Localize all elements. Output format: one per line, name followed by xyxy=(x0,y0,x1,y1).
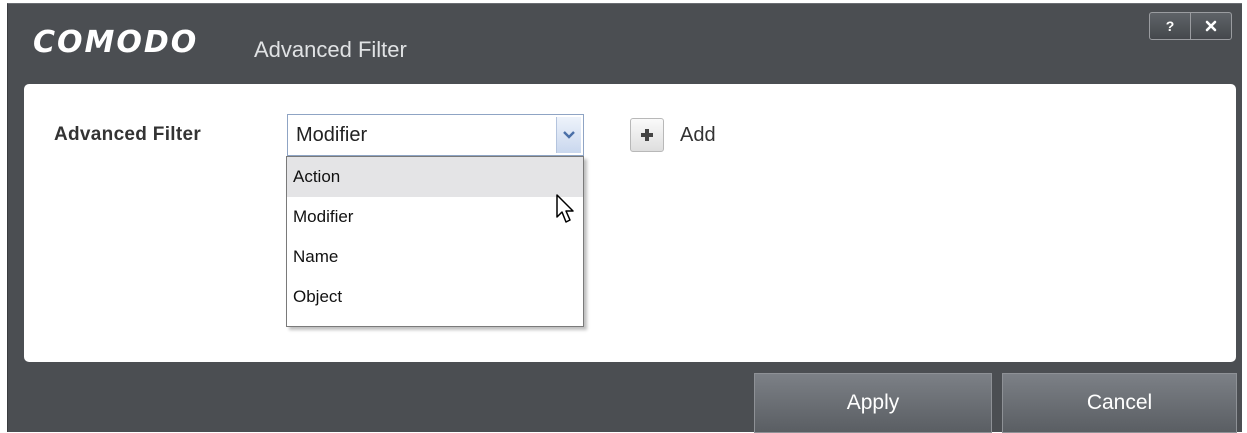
option-object[interactable]: Object xyxy=(287,277,583,317)
title-buttons: ? xyxy=(1149,12,1232,40)
chevron-down-icon xyxy=(563,131,575,139)
plus-icon xyxy=(641,129,653,141)
comodo-logo: COMODO xyxy=(33,25,199,60)
option-action[interactable]: Action xyxy=(287,157,583,197)
close-icon xyxy=(1205,20,1217,32)
advanced-filter-label: Advanced Filter xyxy=(54,124,202,145)
close-button[interactable] xyxy=(1190,13,1231,39)
option-name[interactable]: Name xyxy=(287,237,583,277)
option-modifier[interactable]: Modifier xyxy=(287,197,583,237)
help-icon: ? xyxy=(1165,18,1175,34)
apply-button[interactable]: Apply xyxy=(754,373,992,433)
filter-select[interactable]: Modifier xyxy=(287,114,584,156)
title-bar: COMODO Advanced Filter ? xyxy=(8,4,1242,84)
mouse-cursor-icon xyxy=(556,194,574,223)
filter-dropdown-list: Action Modifier Name Object xyxy=(286,156,584,327)
filter-panel: Advanced Filter Modifier Action Modifier… xyxy=(24,84,1236,362)
add-button[interactable] xyxy=(630,118,664,152)
add-label[interactable]: Add xyxy=(680,124,716,147)
dialog-title: Advanced Filter xyxy=(254,37,407,62)
cancel-button[interactable]: Cancel xyxy=(1002,373,1237,433)
help-button[interactable]: ? xyxy=(1150,13,1190,39)
dropdown-button[interactable] xyxy=(556,117,581,153)
advanced-filter-dialog: COMODO Advanced Filter ? Advanced Filter… xyxy=(7,3,1242,433)
filter-select-value: Modifier xyxy=(296,124,368,146)
